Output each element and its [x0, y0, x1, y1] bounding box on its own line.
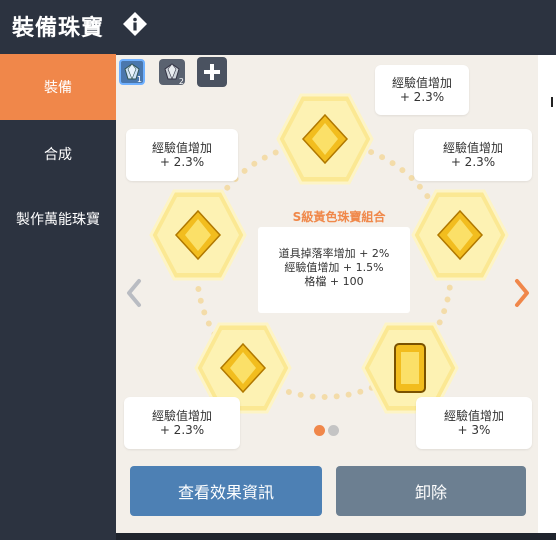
bonus-label: 經驗值增加: [151, 409, 212, 423]
bonus-value: + 2.3%: [450, 155, 496, 169]
bonus-value: + 2.3%: [159, 423, 205, 437]
bonus-label: 經驗值增加: [151, 141, 212, 155]
set-bonus-line: 道具掉落率增加 + 2%: [278, 247, 390, 260]
bonus-label: 經驗值增加: [443, 409, 504, 423]
set-bonus-box: 道具掉落率增加 + 2% 經驗值增加 + 1.5% 格檔 + 100: [258, 227, 410, 313]
sidebar-item-synthesis[interactable]: 合成: [0, 121, 116, 187]
bonus-label: 經驗值增加: [442, 141, 503, 155]
bonus-value: + 3%: [457, 423, 491, 437]
sidebar-item-label: 裝備: [44, 80, 72, 96]
right-edge: [538, 55, 556, 533]
bonus-bubble-top: 經驗值增加 + 2.3%: [375, 65, 469, 115]
set-bonus-line: 經驗值增加 + 1.5%: [284, 261, 384, 274]
bonus-bubble-lower-right: 經驗值增加 + 3%: [416, 397, 532, 449]
bonus-label: 經驗值增加: [391, 76, 452, 90]
info-icon[interactable]: [122, 11, 148, 37]
bonus-value: + 2.3%: [159, 155, 205, 169]
jewel-slot-top[interactable]: [276, 93, 374, 185]
set-bonus-line: 格檔 + 100: [304, 275, 364, 288]
sidebar: 裝備 合成 製作萬能珠寶: [0, 52, 116, 540]
plus-icon: [204, 64, 220, 80]
tab-jewel-set-2[interactable]: 2: [159, 59, 185, 86]
jewel-slot-upper-left[interactable]: [149, 189, 247, 281]
bonus-bubble-upper-right: 經驗值增加 + 2.3%: [414, 129, 532, 181]
page-title: 裝備珠寶: [12, 16, 105, 41]
jewel-panel: 1 2 經驗值增加 + 2.3% 經驗值增加 + 2.3% 經驗值增加 + 2.…: [116, 55, 538, 533]
bonus-bubble-lower-left: 經驗值增加 + 2.3%: [124, 397, 240, 449]
unequip-button[interactable]: 卸除: [336, 466, 526, 516]
tab-number: 1: [136, 75, 142, 84]
sidebar-item-craft-universal-jewel[interactable]: 製作萬能珠寶: [0, 186, 116, 252]
chevron-right-icon[interactable]: [512, 277, 532, 309]
view-effects-button[interactable]: 查看效果資訊: [130, 466, 322, 516]
tab-number: 2: [178, 77, 184, 86]
set-bonus-title: S級黃色珠寶組合: [292, 210, 386, 224]
page-dot-active[interactable]: [314, 425, 325, 436]
tab-jewel-set-1[interactable]: 1: [119, 59, 145, 85]
header-bar: 裝備珠寶: [0, 0, 556, 52]
bonus-bubble-upper-left: 經驗值增加 + 2.3%: [126, 129, 238, 181]
sidebar-item-equip[interactable]: 裝備: [0, 54, 116, 120]
bonus-value: + 2.3%: [399, 90, 445, 104]
bottom-strip: [116, 533, 556, 540]
sidebar-item-label: 合成: [44, 147, 72, 163]
chevron-left-icon[interactable]: [124, 277, 144, 309]
add-tab-button[interactable]: [197, 57, 227, 87]
page-dot[interactable]: [328, 425, 339, 436]
jewel-slot-upper-right[interactable]: [411, 189, 509, 281]
sidebar-item-label: 製作萬能珠寶: [16, 212, 100, 228]
